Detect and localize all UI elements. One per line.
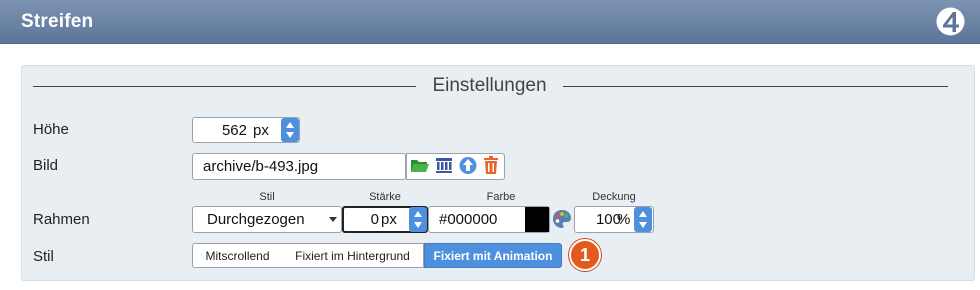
rahmen-staerke-label: Stärke [369, 191, 401, 203]
folder-icon[interactable] [410, 155, 430, 176]
hoehe-value: 562 [221, 122, 247, 139]
stil-option-fixiert-animation[interactable]: Fixiert mit Animation [424, 243, 562, 268]
rahmen-stil-label: Stil [259, 191, 275, 203]
upload-icon[interactable] [458, 155, 478, 176]
stepper-arrows-icon [286, 122, 294, 138]
stil-option-mitscrollend[interactable]: Mitscrollend [192, 243, 283, 268]
trash-icon[interactable] [481, 155, 501, 176]
hoehe-stepper[interactable] [281, 118, 299, 142]
bild-label: Bild [33, 157, 59, 174]
hoehe-unit: px [253, 122, 269, 139]
rahmen-stil-value: Durchgezogen [207, 211, 305, 228]
hoehe-label: Höhe [33, 121, 69, 138]
bild-path-input[interactable]: archive/b-493.jpg [192, 153, 406, 180]
stepper-arrows-icon [414, 211, 422, 228]
rahmen-staerke-value: 0 [370, 211, 379, 228]
rahmen-deckung-label: Deckung [592, 191, 636, 203]
rahmen-farbe-value: #000000 [439, 211, 498, 228]
step-badge: 1 [569, 239, 601, 271]
rahmen-stil-select[interactable]: Durchgezogen [192, 206, 342, 233]
rahmen-staerke-unit: px [381, 211, 397, 228]
stil-option-fixiert-hintergrund[interactable]: Fixiert im Hintergrund [282, 243, 424, 268]
rahmen-staerke-stepper[interactable] [409, 207, 427, 232]
rahmen-farbe-label: Farbe [486, 191, 516, 203]
window-title: Streifen [21, 11, 94, 32]
legend-divider-right [563, 86, 948, 87]
color-swatch[interactable] [525, 207, 549, 232]
bild-path-value: archive/b-493.jpg [203, 158, 319, 175]
section-legend: Einstellungen [432, 75, 547, 96]
grid-icon[interactable] [434, 155, 454, 176]
circle-four-logo [936, 7, 965, 36]
legend-divider-left [33, 86, 416, 87]
palette-icon[interactable] [551, 208, 573, 230]
stepper-arrows-icon [639, 211, 647, 228]
rahmen-label: Rahmen [33, 211, 90, 228]
rahmen-deckung-stepper[interactable] [634, 207, 652, 232]
title-bar: Streifen [0, 0, 980, 44]
chevron-down-icon [329, 217, 337, 222]
rahmen-deckung-unit: % [617, 211, 631, 228]
stil-label: Stil [33, 248, 54, 265]
